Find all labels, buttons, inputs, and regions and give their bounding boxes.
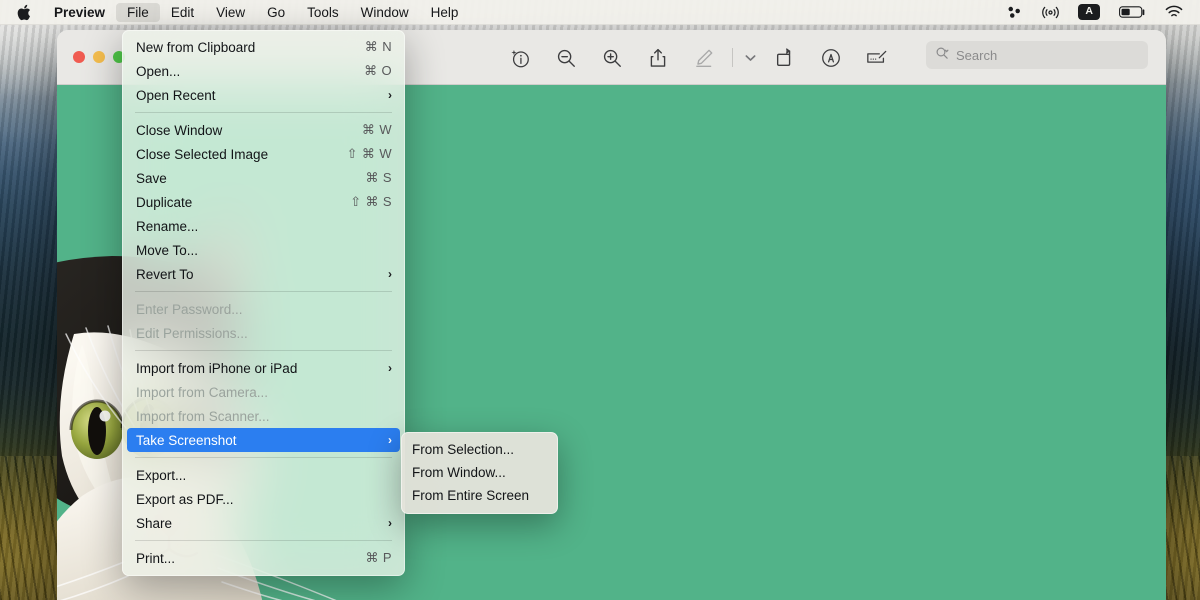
menu-item-move-to[interactable]: Move To... (123, 238, 404, 262)
menu-item-label: Enter Password... (136, 302, 392, 317)
menubar-item-edit[interactable]: Edit (160, 3, 205, 22)
minimize-window-button[interactable] (93, 51, 105, 63)
submenu-item-label: From Selection... (412, 442, 547, 457)
menu-item-revert-to[interactable]: Revert To› (123, 262, 404, 286)
menu-item-print[interactable]: Print...⌘ P (123, 546, 404, 570)
menubar-item-view[interactable]: View (205, 3, 256, 22)
menubar-item-window[interactable]: Window (350, 3, 420, 22)
menu-item-label: Revert To (136, 267, 388, 282)
menu-item-shortcut: ⌘ O (364, 63, 392, 79)
menu-item-duplicate[interactable]: Duplicate⇧ ⌘ S (123, 190, 404, 214)
menu-item-label: Save (136, 171, 366, 186)
take-screenshot-submenu[interactable]: From Selection... From Window... From Enti… (401, 432, 558, 514)
menu-item-shortcut: ⌘ S (366, 170, 392, 186)
submenu-item-from-selection[interactable]: From Selection... (402, 438, 557, 461)
menu-item-import-from-camera: Import from Camera... (123, 380, 404, 404)
menu-item-export-as-pdf[interactable]: Export as PDF... (123, 487, 404, 511)
close-window-button[interactable] (73, 51, 85, 63)
chevron-right-icon: › (388, 516, 392, 530)
menu-item-label: Import from Scanner... (136, 409, 392, 424)
menu-item-label: Open Recent (136, 88, 388, 103)
search-placeholder: Search (956, 48, 997, 63)
control-center-icon[interactable] (1006, 5, 1023, 20)
menu-item-shortcut: ⌘ W (362, 122, 392, 138)
menubar-status-area: A (1006, 4, 1200, 21)
menu-item-label: Move To... (136, 243, 392, 258)
search-input[interactable]: Search (926, 41, 1148, 69)
battery-icon[interactable] (1119, 5, 1146, 19)
file-menu-dropdown[interactable]: New from Clipboard⌘ NOpen...⌘ OOpen Rece… (122, 30, 405, 576)
menubar-item-preview[interactable]: Preview (43, 3, 116, 22)
signature-button[interactable] (854, 41, 900, 75)
menu-item-enter-password: Enter Password... (123, 297, 404, 321)
window-traffic-lights[interactable] (57, 51, 125, 63)
menubar-item-help[interactable]: Help (420, 3, 470, 22)
menu-item-import-from-iphone-or-ipad[interactable]: Import from iPhone or iPad› (123, 356, 404, 380)
menu-item-shortcut: ⇧ ⌘ S (350, 194, 392, 210)
menubar-item-go[interactable]: Go (256, 3, 296, 22)
menu-item-label: Edit Permissions... (136, 326, 392, 341)
macos-menu-bar: Preview File Edit View Go Tools Window H… (0, 0, 1200, 25)
menubar-item-tools[interactable]: Tools (296, 3, 350, 22)
airdrop-icon[interactable] (1042, 4, 1059, 21)
annotate-button[interactable] (808, 41, 854, 75)
menu-item-shortcut: ⌘ N (365, 39, 392, 55)
menu-item-export[interactable]: Export... (123, 463, 404, 487)
zoom-in-button[interactable] (589, 41, 635, 75)
chevron-right-icon: › (388, 433, 392, 447)
menu-separator (135, 350, 392, 351)
chevron-down-icon[interactable] (738, 54, 762, 62)
submenu-item-from-entire-screen[interactable]: From Entire Screen (402, 484, 557, 507)
menu-item-label: Export... (136, 468, 392, 483)
menu-separator (135, 540, 392, 541)
menu-item-save[interactable]: Save⌘ S (123, 166, 404, 190)
menu-item-label: Close Window (136, 123, 362, 138)
menu-item-label: New from Clipboard (136, 40, 365, 55)
menu-item-label: Export as PDF... (136, 492, 392, 507)
markup-pen-button[interactable] (681, 41, 727, 75)
menu-item-label: Share (136, 516, 388, 531)
submenu-item-label: From Window... (412, 465, 547, 480)
menu-item-shortcut: ⇧ ⌘ W (347, 146, 392, 162)
menu-item-label: Open... (136, 64, 364, 79)
wifi-icon[interactable] (1165, 5, 1183, 19)
chevron-right-icon: › (388, 88, 392, 102)
menu-item-import-from-scanner: Import from Scanner... (123, 404, 404, 428)
menu-item-shortcut: ⌘ P (366, 550, 392, 566)
menubar-item-file[interactable]: File (116, 3, 160, 22)
menu-item-label: Print... (136, 551, 366, 566)
menu-item-label: Close Selected Image (136, 147, 347, 162)
toolbar-button-group (497, 30, 900, 85)
menu-item-take-screenshot[interactable]: Take Screenshot› (127, 428, 400, 452)
menu-item-close-window[interactable]: Close Window⌘ W (123, 118, 404, 142)
menu-item-label: Import from iPhone or iPad (136, 361, 388, 376)
menu-item-label: Take Screenshot (136, 433, 388, 448)
submenu-item-label: From Entire Screen (412, 488, 547, 503)
rotate-button[interactable] (762, 41, 808, 75)
menu-item-open[interactable]: Open...⌘ O (123, 59, 404, 83)
menu-separator (135, 457, 392, 458)
menu-item-new-from-clipboard[interactable]: New from Clipboard⌘ N (123, 35, 404, 59)
markup-info-button[interactable] (497, 41, 543, 75)
zoom-out-button[interactable] (543, 41, 589, 75)
chevron-right-icon: › (388, 267, 392, 281)
menu-item-share[interactable]: Share› (123, 511, 404, 535)
menu-item-label: Import from Camera... (136, 385, 392, 400)
submenu-item-from-window[interactable]: From Window... (402, 461, 557, 484)
menu-item-label: Rename... (136, 219, 392, 234)
menu-item-label: Duplicate (136, 195, 350, 210)
chevron-right-icon: › (388, 361, 392, 375)
menu-item-close-selected-image[interactable]: Close Selected Image⇧ ⌘ W (123, 142, 404, 166)
input-source-icon[interactable]: A (1078, 4, 1100, 20)
menu-item-edit-permissions: Edit Permissions... (123, 321, 404, 345)
menu-item-rename[interactable]: Rename... (123, 214, 404, 238)
apple-logo-icon[interactable] (0, 4, 43, 21)
share-button[interactable] (635, 41, 681, 75)
toolbar-divider (732, 48, 733, 67)
menu-separator (135, 112, 392, 113)
search-icon (935, 46, 950, 64)
menu-separator (135, 291, 392, 292)
menu-item-open-recent[interactable]: Open Recent› (123, 83, 404, 107)
